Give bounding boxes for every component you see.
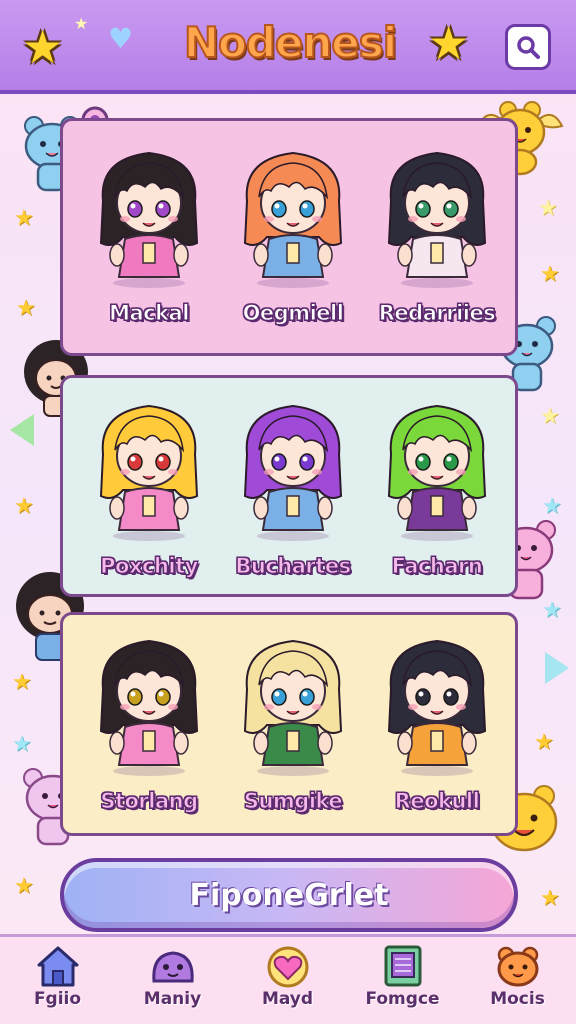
star-icon: ★ bbox=[12, 732, 32, 757]
character-slot[interactable]: Mackal bbox=[79, 139, 219, 339]
nav-label: Fomgce bbox=[365, 989, 440, 1009]
character-name: Reokull bbox=[394, 789, 480, 814]
previous-page-arrow[interactable] bbox=[10, 414, 34, 446]
character-card-row-1: Mackal Oegmiell Redarriies bbox=[60, 118, 518, 356]
character-slot[interactable]: Facharn bbox=[367, 392, 507, 592]
character-name: Mackal bbox=[109, 301, 190, 326]
bear-icon bbox=[497, 946, 539, 987]
bottom-nav: Fgiio Maniy Mayd Fomgce Mocis bbox=[0, 934, 576, 1024]
star-icon: ★ bbox=[542, 494, 562, 519]
home-icon bbox=[37, 946, 79, 987]
star-icon: ★ bbox=[22, 20, 64, 74]
character-slot[interactable]: Oegmiell bbox=[223, 139, 363, 339]
character-portrait bbox=[99, 404, 199, 541]
nav-item-home[interactable]: Fgiio bbox=[0, 937, 115, 1024]
character-name: Oegmiell bbox=[242, 301, 344, 326]
character-portrait bbox=[99, 639, 199, 776]
star-icon: ★ bbox=[14, 494, 34, 519]
heart-icon: ♥ bbox=[108, 22, 134, 55]
search-icon bbox=[517, 36, 540, 59]
primary-action-button[interactable]: FiponeGrlet bbox=[60, 858, 518, 932]
nav-label: Mocis bbox=[490, 989, 545, 1009]
star-icon: ★ bbox=[14, 874, 34, 899]
nav-item-slime[interactable]: Maniy bbox=[115, 937, 230, 1024]
nav-label: Maniy bbox=[143, 989, 202, 1009]
star-icon: ★ bbox=[428, 16, 470, 70]
book-icon bbox=[384, 945, 422, 987]
search-button[interactable] bbox=[505, 24, 551, 70]
nav-item-heart[interactable]: Mayd bbox=[230, 937, 345, 1024]
nav-label: Mayd bbox=[261, 989, 314, 1009]
character-name: Sumgike bbox=[243, 789, 343, 814]
character-name: Poxchity bbox=[100, 554, 199, 579]
star-icon: ★ bbox=[16, 296, 36, 321]
character-slot[interactable]: Redarriies bbox=[367, 139, 507, 339]
app-title: Nodenesi bbox=[183, 17, 398, 68]
primary-action-label: FiponeGrlet bbox=[189, 877, 389, 913]
star-icon: ★ bbox=[14, 206, 34, 231]
slime-icon bbox=[152, 951, 194, 983]
character-name: Storlang bbox=[100, 789, 199, 814]
character-name: Buchartes bbox=[235, 554, 352, 579]
character-portrait bbox=[387, 639, 487, 776]
character-slot[interactable]: Buchartes bbox=[223, 392, 363, 592]
star-icon: ★ bbox=[542, 598, 562, 623]
star-icon: ★ bbox=[12, 670, 32, 695]
character-slot[interactable]: Storlang bbox=[79, 627, 219, 827]
small-star-icon: ★ bbox=[74, 14, 89, 33]
character-portrait bbox=[243, 151, 343, 288]
character-slot[interactable]: Sumgike bbox=[223, 627, 363, 827]
character-slot[interactable]: Reokull bbox=[367, 627, 507, 827]
character-name: Facharn bbox=[391, 554, 483, 579]
star-icon: ★ bbox=[540, 886, 560, 911]
character-card-row-2: Poxchity Buchartes Facharn bbox=[60, 375, 518, 597]
nav-label: Fgiio bbox=[33, 989, 82, 1009]
character-slot[interactable]: Poxchity bbox=[79, 392, 219, 592]
nav-item-book[interactable]: Fomgce bbox=[345, 937, 460, 1024]
character-name: Redarriies bbox=[378, 301, 496, 326]
star-icon: ★ bbox=[538, 196, 558, 221]
nav-item-bear[interactable]: Mocis bbox=[460, 937, 575, 1024]
character-portrait bbox=[243, 639, 343, 776]
character-portrait bbox=[387, 151, 487, 288]
star-icon: ★ bbox=[534, 730, 554, 755]
star-icon: ★ bbox=[540, 262, 560, 287]
top-bar: ★ ★ ♥ Nodenesi ★ bbox=[0, 0, 576, 94]
character-portrait bbox=[387, 404, 487, 541]
star-icon: ★ bbox=[540, 404, 560, 429]
heart-icon bbox=[267, 946, 309, 988]
next-page-arrow[interactable] bbox=[545, 652, 569, 684]
character-portrait bbox=[243, 404, 343, 541]
character-portrait bbox=[99, 151, 199, 288]
character-card-row-3: Storlang Sumgike Reokull bbox=[60, 612, 518, 836]
